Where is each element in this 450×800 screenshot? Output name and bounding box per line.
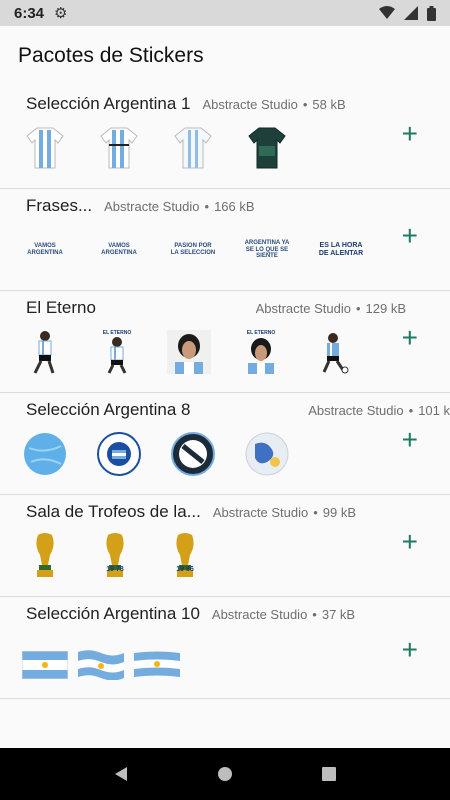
pack-size: 99 kB — [322, 505, 357, 520]
trophy-sticker — [22, 533, 68, 579]
text-sticker: VAMOS ARGENTINA — [101, 243, 137, 256]
jersey-sticker — [96, 125, 142, 171]
portrait-sticker — [166, 329, 212, 375]
home-icon[interactable] — [217, 766, 233, 782]
add-pack-button[interactable]: + — [402, 222, 418, 250]
pack-name: Frases... — [26, 196, 93, 215]
pack-name: Sala de Trofeos de la... — [26, 502, 201, 521]
pack-author: Abstracte Studio — [308, 403, 404, 418]
add-pack-button[interactable]: + — [402, 426, 418, 454]
pack-size: 101 k — [418, 403, 450, 418]
status-bar: 6:34 ⚙ — [0, 0, 450, 26]
trophy-sticker: 19 86 — [162, 533, 208, 579]
pack-size: 166 kB — [214, 199, 255, 214]
player-sticker — [310, 329, 356, 375]
add-pack-button[interactable]: + — [402, 528, 418, 556]
pack-meta: Abstracte Studio • 101 k — [308, 403, 450, 418]
add-pack-button[interactable]: + — [402, 324, 418, 352]
flag-sticker — [22, 642, 68, 688]
pack-meta: Abstracte Studio • 129 kB — [255, 301, 406, 316]
add-pack-button[interactable]: + — [402, 120, 418, 148]
sticker-pack-item[interactable]: Frases... Abstracte Studio • 166 kB VAMOS … — [0, 190, 450, 291]
player-sticker — [22, 329, 68, 375]
trophy-year: 19 78 — [106, 566, 124, 573]
gear-icon: ⚙ — [54, 5, 68, 22]
add-pack-button[interactable]: + — [402, 636, 418, 664]
wifi-icon — [379, 6, 395, 19]
pack-author: Abstracte Studio — [212, 505, 309, 520]
text-sticker: ES LA HORA DE ALENTAR — [318, 242, 364, 257]
navigation-bar — [0, 748, 450, 800]
player-sticker: EL ETERNO — [94, 329, 140, 375]
trophy-year: 19 86 — [176, 566, 194, 573]
recents-icon[interactable] — [321, 766, 337, 782]
sticker-pack-item[interactable]: Selección Argentina 1 Abstracte Studio • 5… — [0, 88, 450, 189]
sticker-pack-item[interactable]: El Eterno Abstracte Studio • 129 kB EL ETE… — [0, 292, 450, 393]
ball-sticker — [170, 431, 216, 477]
flag-sticker — [78, 642, 124, 688]
status-icons — [379, 5, 436, 21]
jersey-sticker — [22, 125, 68, 171]
trophy-sticker: 19 78 — [92, 533, 138, 579]
signal-icon — [404, 6, 418, 20]
pack-name: Selección Argentina 1 — [26, 94, 191, 113]
pack-meta: Abstracte Studio • 166 kB — [104, 199, 255, 214]
pack-meta: Abstracte Studio • 37 kB — [211, 607, 356, 622]
pack-author: Abstracte Studio — [104, 199, 200, 214]
pack-size: 37 kB — [321, 607, 356, 622]
page-title: Pacotes de Stickers — [18, 44, 204, 67]
sticker-pack-item[interactable]: Selección Argentina 10 Abstracte Studio •… — [0, 598, 450, 699]
back-icon[interactable] — [113, 766, 129, 782]
pack-author: Abstracte Studio — [211, 607, 308, 622]
text-sticker: ARGENTINA YA SE LO QUE SE SIENTE — [244, 240, 290, 260]
pack-name: Selección Argentina 10 — [26, 604, 200, 623]
ball-sticker — [96, 431, 142, 477]
pack-size: 58 kB — [312, 97, 346, 112]
jersey-sticker — [244, 125, 290, 171]
ball-sticker — [22, 431, 68, 477]
pack-author: Abstracte Studio — [202, 97, 298, 112]
pack-meta: Abstracte Studio • 99 kB — [212, 505, 357, 520]
portrait-sticker: EL ETERNO — [238, 329, 284, 375]
flag-sticker — [134, 642, 180, 688]
text-sticker: VAMOS ARGENTINA — [27, 243, 63, 256]
pack-name: Selección Argentina 8 — [26, 400, 191, 419]
jersey-sticker — [170, 125, 216, 171]
ball-sticker — [244, 431, 290, 477]
status-time: 6:34 — [14, 4, 45, 22]
pack-size: 129 kB — [365, 301, 406, 316]
sticker-pack-item[interactable]: Sala de Trofeos de la... Abstracte Studi… — [0, 496, 450, 597]
sticker-pack-item[interactable]: Selección Argentina 8 Abstracte Studio • 1… — [0, 394, 450, 495]
pack-meta: Abstracte Studio • 58 kB — [202, 97, 346, 112]
pack-author: Abstracte Studio — [255, 301, 351, 316]
battery-icon — [427, 5, 436, 21]
text-sticker: PASION POR LA SELECCION — [170, 243, 216, 256]
pack-name: El Eterno — [26, 298, 96, 317]
